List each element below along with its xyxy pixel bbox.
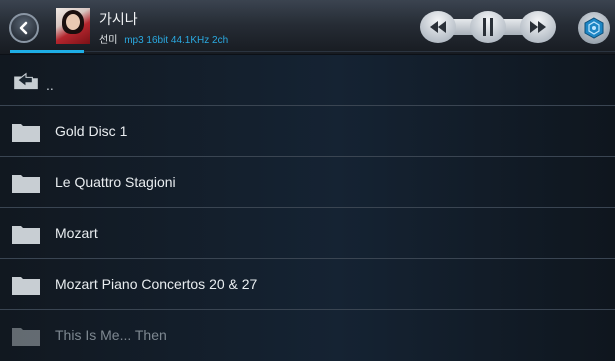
pause-icon	[483, 18, 493, 36]
list-item-label: This Is Me... Then	[55, 327, 167, 343]
folder-icon	[12, 175, 40, 193]
back-arrow-icon	[19, 21, 28, 35]
folder-icon	[12, 328, 40, 346]
folder-icon	[12, 124, 40, 142]
album-art[interactable]	[56, 8, 90, 44]
rewind-button[interactable]	[420, 11, 456, 43]
list-item[interactable]: This Is Me... Then	[0, 310, 615, 361]
file-browser-list: .. Gold Disc 1 Le Quattro Stagioni Mozar…	[0, 55, 615, 361]
back-button[interactable]	[9, 13, 39, 43]
parent-folder-label: ..	[46, 77, 54, 93]
now-playing-bar: 가시나 선미 mp3 16bit 44.1KHz 2ch	[0, 0, 615, 54]
track-title: 가시나	[99, 11, 138, 27]
settings-button[interactable]	[578, 12, 610, 44]
folder-icon	[12, 277, 40, 295]
list-item[interactable]: Mozart	[0, 208, 615, 259]
rewind-icon	[430, 21, 446, 33]
hexagon-settings-icon	[584, 17, 604, 39]
track-format: mp3 16bit 44.1KHz 2ch	[124, 35, 229, 46]
track-artist: 선미	[99, 35, 118, 46]
playback-controls	[420, 11, 556, 43]
list-item-label: Mozart	[55, 225, 98, 241]
up-folder-icon	[14, 72, 38, 90]
list-item[interactable]: Le Quattro Stagioni	[0, 157, 615, 208]
list-item[interactable]: Mozart Piano Concertos 20 & 27	[0, 259, 615, 310]
track-meta: 선미 mp3 16bit 44.1KHz 2ch	[99, 31, 228, 46]
list-item-label: Gold Disc 1	[55, 123, 128, 139]
folder-icon	[12, 226, 40, 244]
list-item-label: Le Quattro Stagioni	[55, 174, 176, 190]
parent-folder-row[interactable]: ..	[0, 55, 615, 106]
pause-button[interactable]	[470, 11, 506, 43]
fast-forward-icon	[530, 21, 546, 33]
list-item-label: Mozart Piano Concertos 20 & 27	[55, 276, 258, 292]
list-item[interactable]: Gold Disc 1	[0, 106, 615, 157]
progress-indicator	[10, 50, 84, 53]
fast-forward-button[interactable]	[520, 11, 556, 43]
